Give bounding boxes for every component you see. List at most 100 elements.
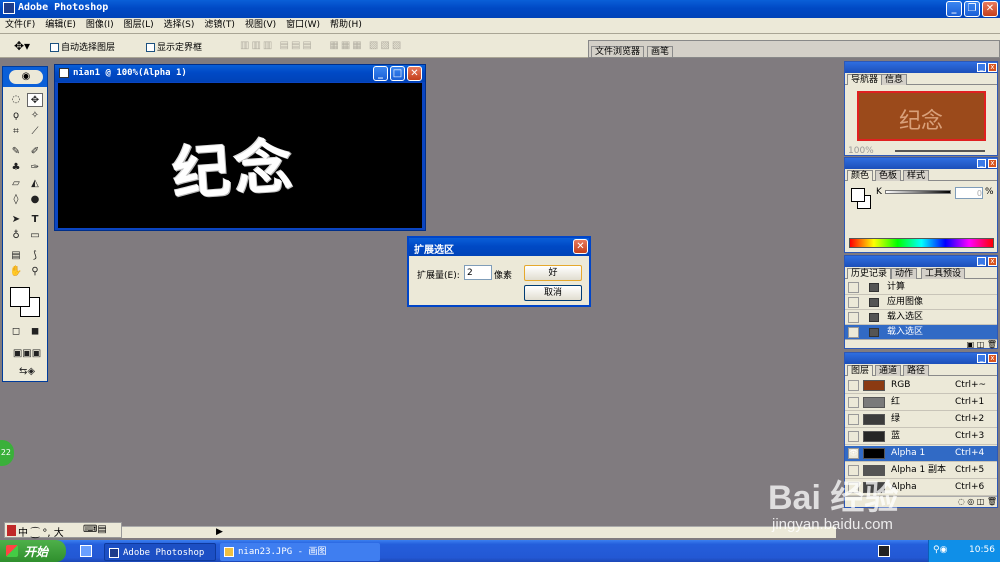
move-tool-icon[interactable]: ✥▾ bbox=[14, 39, 30, 53]
restore-icon[interactable]: ❐ bbox=[964, 1, 980, 17]
blur-tool-icon[interactable]: ◊ bbox=[8, 193, 24, 207]
eye-icon[interactable]: 👁 bbox=[848, 448, 859, 459]
ime-bar[interactable]: 中 ⁐ °, 大 ⌨▤ bbox=[4, 522, 122, 539]
palette-minimize-icon[interactable]: _ bbox=[977, 159, 986, 168]
color-spectrum-bar[interactable] bbox=[849, 238, 994, 248]
k-value-input[interactable] bbox=[955, 187, 983, 199]
visibility-box[interactable] bbox=[848, 431, 859, 442]
document-window[interactable]: nian1 @ 100%(Alpha 1) _ □ ✕ 纪念 bbox=[54, 64, 426, 231]
palette-close-icon[interactable]: x bbox=[988, 63, 997, 72]
path-select-icon[interactable]: ➤ bbox=[8, 213, 24, 227]
menu-item[interactable]: 选择(S) bbox=[159, 18, 200, 33]
screen-mode-icon[interactable]: ▣▣▣ bbox=[7, 347, 47, 361]
stamp-tool-icon[interactable]: ♣ bbox=[8, 161, 24, 175]
channels-header[interactable]: _ x bbox=[845, 353, 997, 364]
history-item[interactable]: 载入选区 bbox=[845, 325, 997, 340]
type-tool-icon[interactable]: T bbox=[27, 213, 43, 227]
hand-tool-icon[interactable]: ✋ bbox=[8, 265, 24, 279]
palette-tab[interactable]: 工具预设 bbox=[921, 268, 966, 279]
scroll-right-arrow-icon[interactable]: ▶ bbox=[216, 527, 223, 537]
history-item[interactable]: 计算 bbox=[845, 280, 997, 295]
lasso-tool-icon[interactable]: ϙ bbox=[8, 109, 24, 123]
palette-close-icon[interactable]: x bbox=[988, 159, 997, 168]
doc-close-icon[interactable]: ✕ bbox=[407, 66, 422, 81]
dialog-title-bar[interactable]: 扩展选区 ✕ bbox=[409, 238, 589, 256]
palette-close-icon[interactable]: x bbox=[988, 354, 997, 363]
keyboard-icon[interactable]: ⌨▤ bbox=[83, 524, 107, 535]
history-header[interactable]: _ x bbox=[845, 256, 997, 267]
palette-minimize-icon[interactable]: _ bbox=[977, 257, 986, 266]
move-tool-icon[interactable]: ✥ bbox=[27, 93, 43, 107]
notes-tool-icon[interactable]: ▤ bbox=[8, 249, 24, 263]
eraser-tool-icon[interactable]: ▱ bbox=[8, 177, 24, 191]
navigator-zoom[interactable]: 100% bbox=[848, 146, 874, 156]
palette-tab[interactable]: 色板 bbox=[875, 170, 902, 181]
zoom-tool-icon[interactable]: ⚲ bbox=[27, 265, 43, 279]
palette-tab[interactable]: 历史记录 bbox=[847, 268, 892, 279]
magic-wand-icon[interactable]: ✧ bbox=[27, 109, 43, 123]
quick-mask-off-icon[interactable]: ◻ bbox=[8, 325, 24, 339]
visibility-box[interactable] bbox=[848, 414, 859, 425]
taskbar-item-paint[interactable]: nian23.JPG - 画图 bbox=[220, 543, 380, 561]
taskbar-item-photoshop[interactable]: Adobe Photoshop bbox=[104, 543, 216, 561]
palette-minimize-icon[interactable]: _ bbox=[977, 354, 986, 363]
doc-maximize-icon[interactable]: □ bbox=[390, 66, 405, 81]
history-item[interactable]: 应用图像 bbox=[845, 295, 997, 310]
paint-bucket-icon[interactable]: ◭ bbox=[27, 177, 43, 191]
tab-file-browser[interactable]: 文件浏览器 bbox=[591, 46, 645, 57]
doc-minimize-icon[interactable]: _ bbox=[373, 66, 388, 81]
side-badge[interactable]: 22 bbox=[0, 440, 14, 466]
history-item[interactable]: 载入选区 bbox=[845, 310, 997, 325]
palette-tab[interactable]: 通道 bbox=[875, 365, 902, 376]
marquee-tool-icon[interactable]: ◌ bbox=[8, 93, 24, 107]
menu-item[interactable]: 图层(L) bbox=[119, 18, 159, 33]
brush-tool-icon[interactable]: ✐ bbox=[27, 145, 43, 159]
healing-brush-icon[interactable]: ✎ bbox=[8, 145, 24, 159]
start-button[interactable]: 开始 bbox=[0, 540, 66, 562]
menu-item[interactable]: 窗口(W) bbox=[281, 18, 325, 33]
quicklaunch-icon[interactable] bbox=[80, 545, 92, 557]
show-bounds-checkbox[interactable]: 显示定界框 bbox=[146, 40, 202, 53]
palette-tab[interactable]: 图层 bbox=[847, 365, 874, 376]
history-snapshot-box[interactable] bbox=[848, 297, 859, 308]
palette-close-icon[interactable]: x bbox=[988, 257, 997, 266]
jump-to-imageready-icon[interactable]: ⇆◈ bbox=[7, 365, 47, 379]
ok-button[interactable]: 好 bbox=[524, 265, 582, 281]
channel-row[interactable]: 绿 Ctrl+2 bbox=[845, 412, 997, 428]
palette-tab[interactable]: 信息 bbox=[881, 74, 908, 85]
palette-tab[interactable]: 样式 bbox=[903, 170, 930, 181]
palette-tab[interactable]: 颜色 bbox=[847, 170, 874, 181]
channel-row[interactable]: 👁 Alpha 1 Ctrl+4 bbox=[845, 446, 997, 462]
color-fg-swatch[interactable] bbox=[851, 188, 865, 202]
align-buttons[interactable]: ▥▥▥ ▤▤▤ ▦▦▦ ▧▧▧ bbox=[240, 40, 403, 51]
navigator-header[interactable]: _ x bbox=[845, 62, 997, 73]
minimize-icon[interactable]: _ bbox=[946, 1, 962, 17]
menu-item[interactable]: 文件(F) bbox=[0, 18, 40, 33]
foreground-color-swatch[interactable] bbox=[10, 287, 30, 307]
menu-item[interactable]: 编辑(E) bbox=[40, 18, 81, 33]
channel-row[interactable]: 红 Ctrl+1 bbox=[845, 395, 997, 411]
menu-item[interactable]: 滤镜(T) bbox=[199, 18, 240, 33]
slice-tool-icon[interactable]: ⟋ bbox=[27, 125, 43, 139]
document-canvas[interactable]: 纪念 bbox=[58, 83, 422, 228]
palette-tab[interactable]: 路径 bbox=[903, 365, 930, 376]
palette-minimize-icon[interactable]: _ bbox=[977, 63, 986, 72]
k-slider[interactable] bbox=[885, 190, 951, 194]
quick-mask-on-icon[interactable]: ◼ bbox=[27, 325, 43, 339]
visibility-box[interactable] bbox=[848, 380, 859, 391]
shape-tool-icon[interactable]: ▭ bbox=[27, 229, 43, 243]
visibility-box[interactable] bbox=[848, 397, 859, 408]
menu-item[interactable]: 视图(V) bbox=[240, 18, 281, 33]
channel-row[interactable]: 蓝 Ctrl+3 bbox=[845, 429, 997, 445]
auto-select-checkbox[interactable]: 自动选择图层 bbox=[50, 40, 115, 53]
navigator-zoom-slider[interactable] bbox=[895, 150, 985, 152]
menu-item[interactable]: 图像(I) bbox=[81, 18, 119, 33]
history-brush-icon[interactable]: ✑ bbox=[27, 161, 43, 175]
navigator-preview[interactable]: 纪念 bbox=[857, 91, 986, 141]
palette-tab[interactable]: 动作 bbox=[891, 268, 918, 279]
tray-network-icon[interactable]: ⚲◉ bbox=[933, 545, 947, 555]
document-title-bar[interactable]: nian1 @ 100%(Alpha 1) _ □ ✕ bbox=[55, 65, 425, 82]
channel-row[interactable]: RGB Ctrl+~ bbox=[845, 378, 997, 394]
crop-tool-icon[interactable]: ⌗ bbox=[8, 125, 24, 139]
menu-item[interactable]: 帮助(H) bbox=[325, 18, 367, 33]
